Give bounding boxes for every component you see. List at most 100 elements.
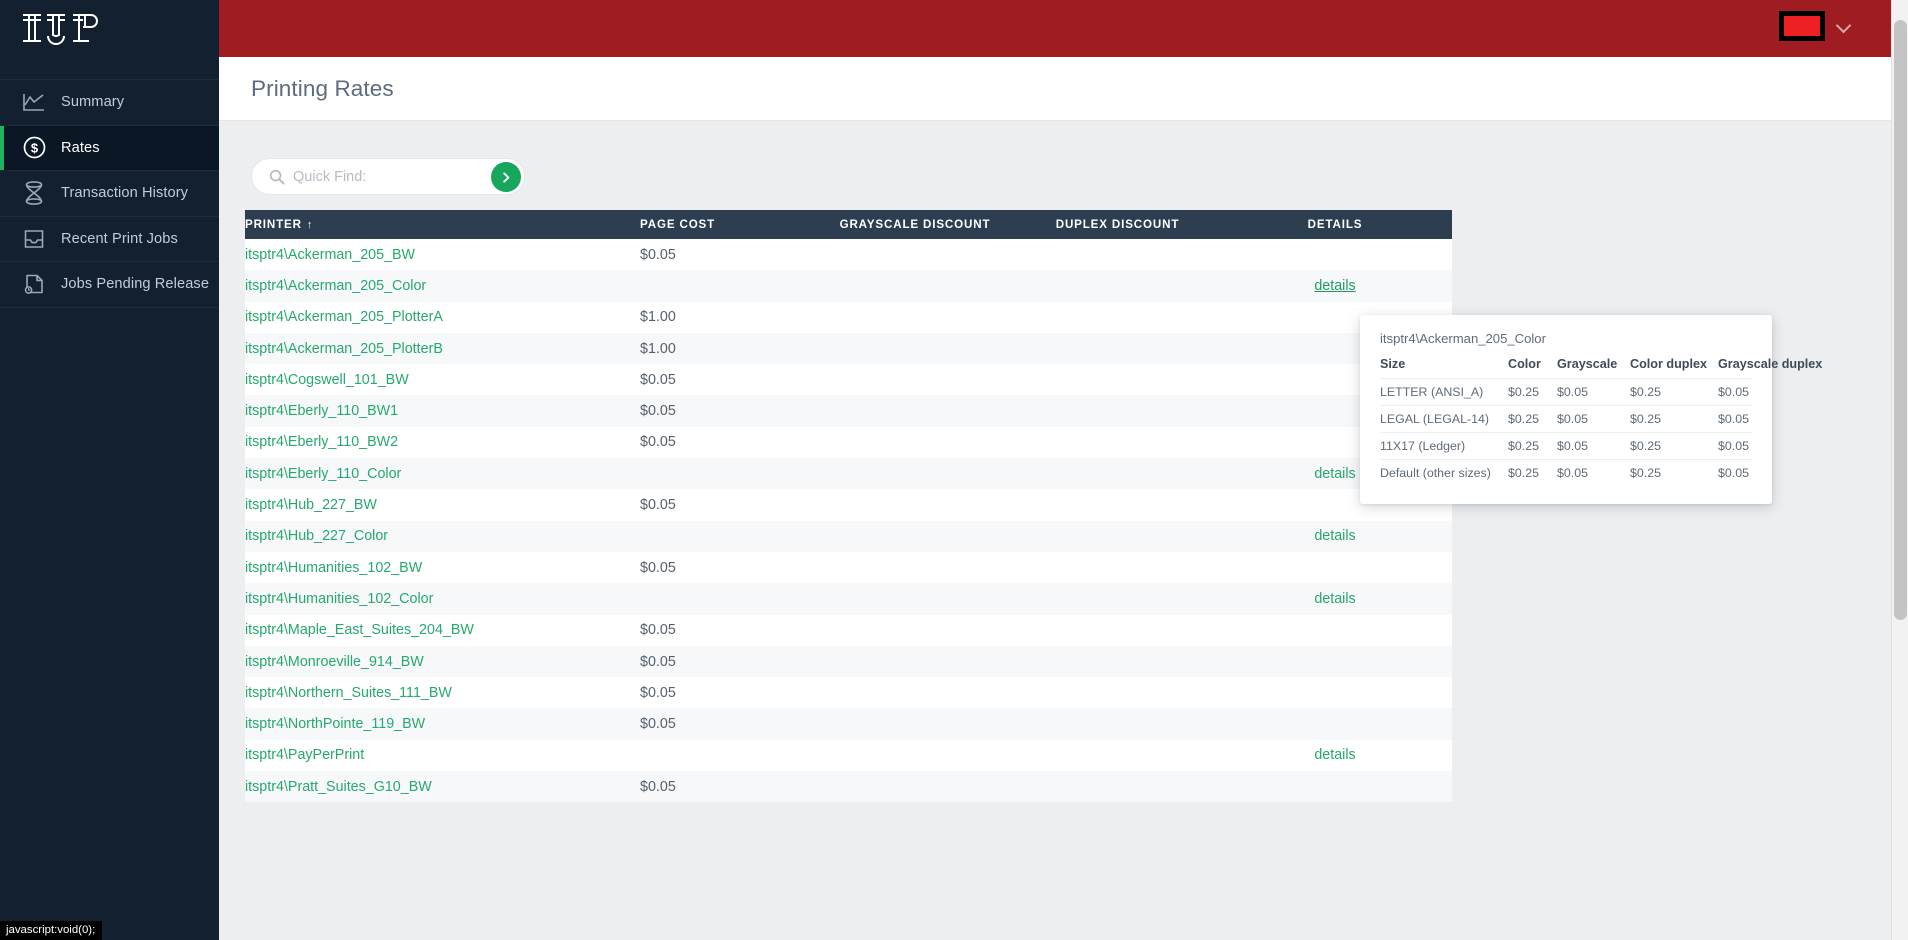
cell-page-cost [640,458,813,489]
details-link[interactable]: details [1314,278,1355,294]
printer-tray-icon [21,227,47,251]
cell-printer: itsptr4\Monroeville_914_BW [245,646,640,677]
table-row: itsptr4\Ackerman_205_BW $0.05 [245,239,1452,271]
cell-details [1218,646,1452,677]
popover-table-body: LETTER (ANSI_A) $0.25 $0.05 $0.25 $0.05 LEGAL… [1380,378,1752,486]
cell-duplex-discount [1017,583,1218,614]
details-link[interactable]: details [1314,466,1355,482]
sidebar-item-summary[interactable]: Summary [0,79,219,125]
popover-cell-grayscale-duplex: $0.05 [1718,405,1752,433]
cell-details: details [1218,740,1452,771]
popover-column-color-duplex: Color duplex [1630,357,1707,371]
cell-grayscale-discount [813,521,1017,552]
cell-duplex-discount [1017,302,1218,333]
cell-duplex-discount [1017,708,1218,739]
cell-duplex-discount [1017,771,1218,802]
cell-duplex-discount [1017,364,1218,395]
document-clock-icon [21,272,47,296]
cell-grayscale-discount [813,708,1017,739]
cell-page-cost: $0.05 [640,371,676,388]
topbar [219,0,1891,57]
chevron-down-icon [1837,19,1851,33]
popover-cell-color: $0.25 [1508,405,1557,433]
cell-page-cost: $0.05 [640,653,676,670]
table-row: itsptr4\NorthPointe_119_BW $0.05 [245,708,1452,740]
sidebar-item-label: Recent Print Jobs [61,230,178,247]
printer-link[interactable]: itsptr4\Humanities_102_BW [245,560,422,576]
popover-column-color: Color [1508,357,1541,371]
printer-link[interactable]: itsptr4\PayPerPrint [245,747,364,763]
table-row: itsptr4\Eberly_110_BW1 $0.05 [245,395,1452,427]
printer-link[interactable]: itsptr4\Humanities_102_Color [245,591,433,607]
cell-duplex-discount [1017,740,1218,771]
printer-link[interactable]: itsptr4\Ackerman_205_PlotterB [245,341,443,357]
cell-grayscale-discount [813,239,1017,270]
iup-logo[interactable] [0,0,219,58]
cell-duplex-discount [1017,333,1218,364]
cell-duplex-discount [1017,270,1218,301]
popover-cell-color: $0.25 [1508,378,1557,406]
printer-link[interactable]: itsptr4\Eberly_110_BW2 [245,434,398,450]
table-row: itsptr4\Humanities_102_BW $0.05 [245,551,1452,584]
table-row: itsptr4\Ackerman_205_PlotterB $1.00 [245,332,1452,365]
column-header-grayscale-discount[interactable]: GRAYSCALE DISCOUNT [813,210,1017,239]
table-row: itsptr4\PayPerPrint details [245,739,1452,772]
printer-link[interactable]: itsptr4\Northern_Suites_111_BW [245,685,452,701]
column-header-printer-label: PRINTER [245,218,302,231]
details-link[interactable]: details [1314,747,1355,763]
details-link[interactable]: details [1314,528,1355,544]
page-scrollbar[interactable] [1891,0,1908,940]
cell-grayscale-discount [813,427,1017,458]
column-header-page-cost[interactable]: PAGE COST [640,210,813,239]
sort-ascending-icon: ↑ [306,219,314,231]
cell-page-cost [640,521,813,552]
cell-details [1218,239,1452,270]
cell-printer: itsptr4\Humanities_102_Color [245,583,640,614]
cell-details [1218,677,1452,708]
printer-link[interactable]: itsptr4\NorthPointe_119_BW [245,716,425,732]
table-row: itsptr4\Maple_East_Suites_204_BW $0.05 [245,614,1452,646]
printer-link[interactable]: itsptr4\Monroeville_914_BW [245,654,424,670]
search-input[interactable] [293,159,488,194]
printer-link[interactable]: itsptr4\Hub_227_BW [245,497,377,513]
table-row: itsptr4\Ackerman_205_Color details [245,270,1452,302]
user-menu-button[interactable] [1779,11,1851,41]
popover-table-head: Size Color Grayscale Color duplex Graysc… [1380,357,1822,379]
cell-grayscale-discount [813,677,1017,708]
cell-duplex-discount [1017,646,1218,677]
printer-link[interactable]: itsptr4\Ackerman_205_BW [245,247,415,263]
sidebar-item-jobs-pending-release[interactable]: Jobs Pending Release [0,261,219,307]
search-submit-button[interactable] [491,162,521,192]
printer-link[interactable]: itsptr4\Cogswell_101_BW [245,372,409,388]
printer-link[interactable]: itsptr4\Eberly_110_BW1 [245,403,398,419]
printer-link[interactable]: itsptr4\Maple_East_Suites_204_BW [245,622,474,638]
cell-grayscale-discount [813,771,1017,802]
sidebar-item-rates[interactable]: $ Rates [0,124,219,170]
cell-printer: itsptr4\Ackerman_205_Color [245,270,640,301]
cell-printer: itsptr4\Eberly_110_BW1 [245,395,640,426]
printer-link[interactable]: itsptr4\Hub_227_Color [245,528,388,544]
dollar-circle-icon: $ [21,136,47,160]
sidebar-item-recent-print-jobs[interactable]: Recent Print Jobs [0,215,219,262]
popover-rate-table: Size Color Grayscale Color duplex Graysc… [1380,357,1822,486]
column-header-details[interactable]: DETAILS [1218,210,1452,239]
cell-printer: itsptr4\Hub_227_Color [245,521,640,552]
cell-printer: itsptr4\Cogswell_101_BW [245,364,640,395]
cell-page-cost [640,740,813,771]
line-chart-icon [21,90,47,114]
cell-duplex-discount [1017,427,1218,458]
printer-link[interactable]: itsptr4\Ackerman_205_PlotterA [245,309,443,325]
column-header-printer[interactable]: PRINTER ↑ [245,210,640,239]
popover-row: LETTER (ANSI_A) $0.25 $0.05 $0.25 $0.05 [1380,378,1752,406]
popover-cell-size: LEGAL (LEGAL-14) [1380,405,1508,433]
cell-printer: itsptr4\Ackerman_205_PlotterB [245,333,640,364]
printer-link[interactable]: itsptr4\Eberly_110_Color [245,466,401,482]
sidebar-item-transaction-history[interactable]: Transaction History [0,170,219,216]
page-header: Printing Rates [219,57,1891,121]
page-scrollbar-thumb[interactable] [1894,20,1907,620]
column-header-duplex-discount[interactable]: DUPLEX DISCOUNT [1017,210,1218,239]
cell-page-cost: $0.05 [640,716,676,733]
printer-link[interactable]: itsptr4\Ackerman_205_Color [245,278,426,294]
printer-link[interactable]: itsptr4\Pratt_Suites_G10_BW [245,779,432,795]
details-link[interactable]: details [1314,591,1355,607]
